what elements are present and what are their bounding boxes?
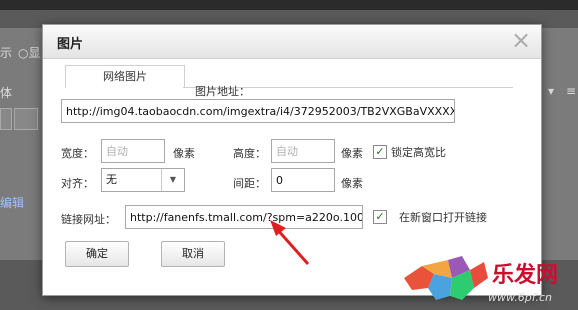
arrow-head bbox=[270, 220, 286, 236]
arrow-shaft bbox=[274, 227, 310, 265]
watermark-logo-text: 乐发网 bbox=[492, 262, 558, 288]
watermark-site: www.6pf.cn bbox=[488, 291, 552, 304]
